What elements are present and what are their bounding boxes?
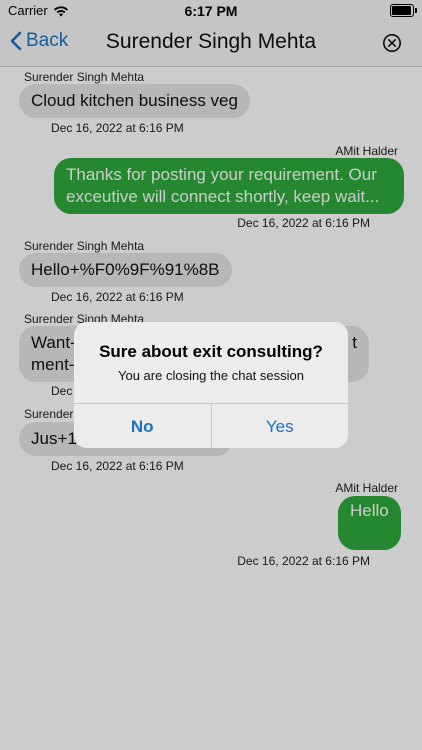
yes-button[interactable]: Yes: [212, 404, 349, 448]
no-button[interactable]: No: [74, 404, 212, 448]
alert-title: Sure about exit consulting?: [99, 342, 323, 361]
alert-message: You are closing the chat session: [118, 368, 304, 383]
exit-confirm-alert: Sure about exit consulting? You are clos…: [74, 322, 348, 448]
alert-button-row: No Yes: [74, 403, 348, 448]
